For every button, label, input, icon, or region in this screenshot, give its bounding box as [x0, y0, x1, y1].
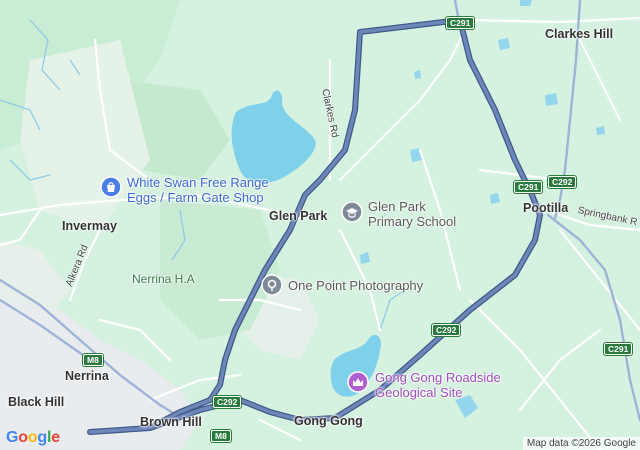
map-attribution[interactable]: Map data ©2026 Google — [522, 437, 640, 450]
shopping-bag-icon[interactable] — [100, 176, 122, 198]
google-logo: Google — [6, 429, 60, 446]
c292-shield: C292 — [548, 176, 577, 188]
town-invermay[interactable]: Invermay — [62, 219, 117, 233]
town-pootilla[interactable]: Pootilla — [523, 201, 568, 215]
c292-shield: C292 — [432, 324, 461, 336]
map-canvas[interactable]: C291 C291 C292 C292 C292 C291 M8 M8 Clar… — [0, 0, 640, 450]
c291-shield: C291 — [604, 343, 633, 355]
town-glen-park[interactable]: Glen Park — [269, 209, 327, 223]
poi-school-line1[interactable]: Glen Park — [368, 199, 426, 214]
poi-white-swan-line2[interactable]: Eggs / Farm Gate Shop — [127, 190, 264, 205]
c291-shield: C291 — [446, 17, 475, 29]
poi-white-swan-line1[interactable]: White Swan Free Range — [127, 175, 269, 190]
town-nerrina[interactable]: Nerrina — [65, 369, 109, 383]
m8-shield: M8 — [83, 354, 103, 366]
c292-shield: C292 — [213, 396, 242, 408]
crown-landmark-icon[interactable] — [347, 371, 369, 393]
poi-gong-gong-site-line1[interactable]: Gong Gong Roadside — [375, 370, 501, 385]
school-cap-icon[interactable] — [341, 201, 363, 223]
town-brown-hill[interactable]: Brown Hill — [140, 415, 202, 429]
reservoir-water — [231, 90, 316, 183]
poi-gong-gong-site-line2[interactable]: Geological Site — [375, 385, 462, 400]
town-gong-gong[interactable]: Gong Gong — [294, 414, 363, 428]
poi-school-line2[interactable]: Primary School — [368, 214, 456, 229]
town-clarkes-hill[interactable]: Clarkes Hill — [545, 27, 613, 41]
m8-shield: M8 — [211, 430, 231, 442]
poi-one-point[interactable]: One Point Photography — [288, 278, 423, 293]
c291-shield: C291 — [514, 181, 543, 193]
town-black-hill[interactable]: Black Hill — [8, 395, 64, 409]
park-nerrina-ha[interactable]: Nerrina H.A — [132, 272, 195, 286]
location-pin-icon[interactable] — [261, 274, 283, 296]
